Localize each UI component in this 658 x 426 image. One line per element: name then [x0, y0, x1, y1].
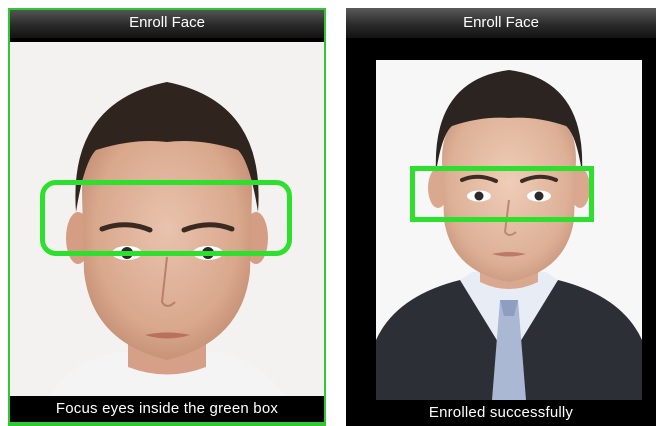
- enrolled-photo: [376, 60, 642, 400]
- status-message: Enrolled successfully: [346, 400, 656, 426]
- enroll-face-screen-in-progress: Enroll Face Focus eyes inside the green …: [8, 8, 326, 426]
- frame-bottom-strip: [8, 422, 326, 426]
- eye-guide-box: [410, 166, 594, 222]
- eye-guide-box: [40, 180, 292, 256]
- portrait-image: [376, 70, 642, 400]
- enroll-face-screen-success: Enroll Face Enrolled successfully: [346, 8, 656, 426]
- screen-title: Enroll Face: [8, 8, 326, 38]
- screen-title: Enroll Face: [346, 8, 656, 38]
- status-message: Focus eyes inside the green box: [8, 396, 326, 422]
